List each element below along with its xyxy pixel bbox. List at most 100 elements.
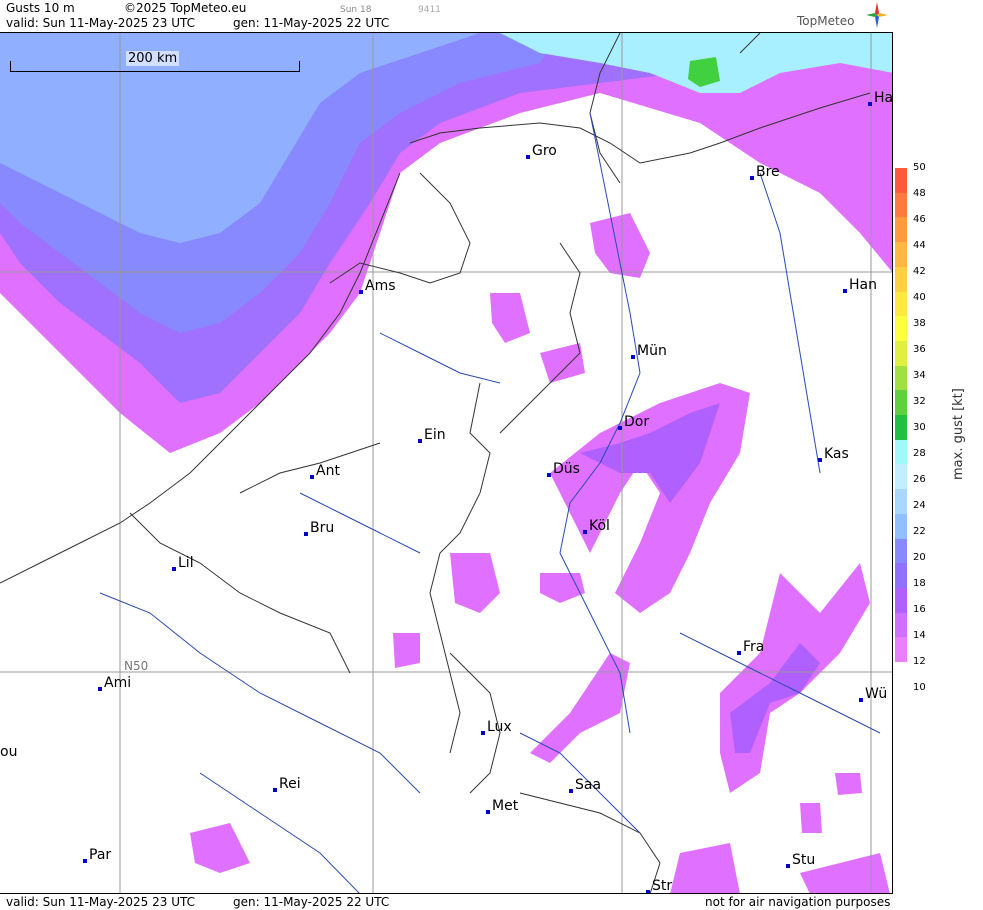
legend-color-step — [895, 242, 907, 268]
legend-color-step — [895, 464, 907, 490]
latitude-label: N50 — [124, 659, 149, 673]
city-label[interactable]: Ant — [310, 463, 340, 479]
city-marker — [583, 530, 587, 534]
legend-color-step — [895, 563, 907, 589]
city-marker — [737, 651, 741, 655]
city-label[interactable]: Ha — [868, 90, 892, 106]
legend-label: 34 — [913, 370, 926, 381]
city-marker — [310, 475, 314, 479]
city-marker — [569, 789, 573, 793]
legend-title: max. gust [kt] — [951, 388, 966, 480]
header-day-small: Sun 18 — [340, 5, 372, 15]
header-title: Gusts 10 m — [6, 1, 75, 15]
city-marker — [486, 810, 490, 814]
city-marker — [526, 155, 530, 159]
header-code-small: 9411 — [418, 5, 441, 15]
city-label[interactable]: Fra — [737, 639, 764, 655]
city-label[interactable]: Dor — [618, 414, 649, 430]
legend-label: 12 — [913, 656, 926, 667]
city-label[interactable]: Met — [486, 798, 518, 814]
city-label[interactable]: Rei — [273, 776, 301, 792]
city-label[interactable]: Lux — [481, 719, 512, 735]
city-label[interactable]: Mün — [631, 343, 667, 359]
city-marker — [359, 290, 363, 294]
city-label[interactable]: Köl — [583, 518, 610, 534]
city-marker — [481, 731, 485, 735]
legend-label: 44 — [913, 240, 926, 251]
city-label[interactable]: Saa — [569, 777, 601, 793]
legend-color-step — [895, 439, 907, 465]
city-label[interactable]: Ami — [98, 675, 131, 691]
legend-label: 26 — [913, 474, 926, 485]
legend-label: 14 — [913, 630, 926, 641]
legend-color-step — [895, 390, 907, 416]
legend-color-bar — [895, 168, 907, 663]
header: Gusts 10 m ©2025 TopMeteo.eu Sun 18 9411… — [0, 0, 893, 32]
legend-label: 16 — [913, 604, 926, 615]
legend-color-step — [895, 489, 907, 515]
legend-color-step — [895, 192, 907, 218]
city-marker — [172, 567, 176, 571]
legend-color-step — [895, 538, 907, 564]
footer: valid: Sun 11-May-2025 23 UTC gen: 11-Ma… — [0, 893, 893, 910]
footer-gen: gen: 11-May-2025 22 UTC — [233, 895, 390, 909]
legend-color-step — [895, 217, 907, 243]
city-marker — [750, 176, 754, 180]
legend-label: 20 — [913, 552, 926, 563]
city-marker — [818, 458, 822, 462]
city-marker — [98, 687, 102, 691]
weather-map[interactable]: 200 km N50 Gro Bre Ha Ams Han Mün Dor Ei… — [0, 32, 893, 893]
city-marker — [859, 698, 863, 702]
legend-label: 24 — [913, 500, 926, 511]
legend-color-step — [895, 415, 907, 441]
city-label[interactable]: Bre — [750, 164, 780, 180]
city-label[interactable]: Han — [843, 277, 877, 293]
legend-color-step — [895, 513, 907, 539]
city-marker — [868, 102, 872, 106]
footer-notice: not for air navigation purposes — [705, 895, 891, 909]
city-label[interactable]: Bru — [304, 520, 334, 536]
scale-bar: 200 km — [10, 51, 300, 72]
color-legend: 50 48 46 44 42 40 38 36 34 32 30 28 26 24 22 20 18 16 14 12… — [893, 0, 983, 909]
city-label[interactable]: Düs — [547, 461, 580, 477]
scale-label: 200 km — [126, 51, 180, 66]
legend-color-step — [895, 291, 907, 317]
legend-color-step — [895, 168, 907, 194]
legend-label: 28 — [913, 448, 926, 459]
legend-color-step — [895, 316, 907, 342]
city-label[interactable]: Ein — [418, 427, 446, 443]
city-label[interactable]: Stu — [786, 852, 815, 868]
city-marker — [618, 426, 622, 430]
gust-field — [0, 33, 892, 893]
city-label[interactable]: Gro — [526, 143, 557, 159]
city-marker — [418, 439, 422, 443]
city-label[interactable]: Par — [83, 847, 111, 863]
legend-label: 46 — [913, 214, 926, 225]
city-marker — [83, 859, 87, 863]
city-marker — [843, 289, 847, 293]
city-marker — [304, 532, 308, 536]
city-marker — [786, 864, 790, 868]
city-label[interactable]: Kas — [818, 446, 849, 462]
header-copyright: ©2025 TopMeteo.eu — [124, 1, 247, 15]
city-label[interactable]: Str — [646, 878, 672, 893]
legend-color-step — [895, 340, 907, 367]
legend-label: 36 — [913, 344, 926, 355]
city-label[interactable]: Wü — [859, 686, 887, 702]
header-valid: valid: Sun 11-May-2025 23 UTC — [6, 16, 195, 30]
city-label[interactable]: Ams — [359, 278, 396, 294]
legend-color-step — [895, 365, 907, 391]
city-label[interactable]: Lil — [172, 555, 194, 571]
footer-valid: valid: Sun 11-May-2025 23 UTC — [6, 895, 195, 909]
legend-label: 48 — [913, 188, 926, 199]
header-gen: gen: 11-May-2025 22 UTC — [233, 16, 390, 30]
city-marker — [273, 788, 277, 792]
city-marker — [547, 473, 551, 477]
legend-color-step — [895, 612, 907, 638]
legend-label: 30 — [913, 422, 926, 433]
legend-label: 32 — [913, 396, 926, 407]
legend-color-step — [895, 266, 907, 292]
legend-label: 18 — [913, 578, 926, 589]
legend-label: 38 — [913, 318, 926, 329]
city-label[interactable]: ou — [0, 744, 17, 760]
